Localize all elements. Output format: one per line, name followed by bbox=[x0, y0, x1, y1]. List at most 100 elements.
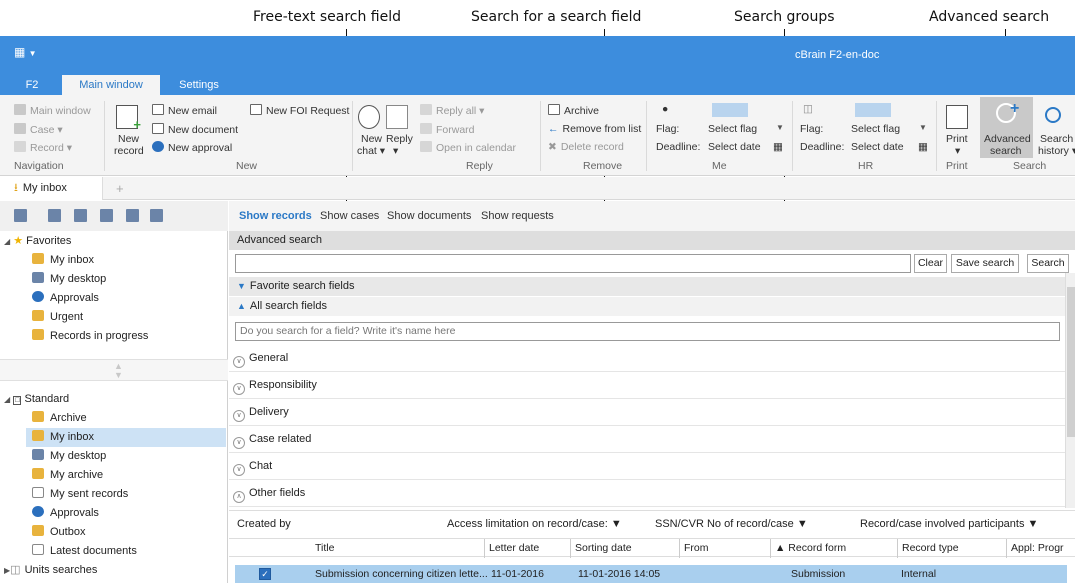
tab-show-requests[interactable]: Show requests bbox=[481, 210, 554, 222]
created-by-filter[interactable]: Created by bbox=[237, 511, 291, 538]
me-deadline-select[interactable]: Select date bbox=[708, 141, 761, 153]
favorite-my-desktop[interactable]: My desktop bbox=[32, 270, 106, 289]
records-icon[interactable] bbox=[14, 209, 27, 222]
new-approval-button[interactable]: New approval bbox=[152, 141, 232, 154]
standard-my-inbox[interactable]: My inbox bbox=[26, 428, 226, 447]
reply-button[interactable]: Reply bbox=[386, 133, 413, 145]
advanced-search-button[interactable]: + Advanced search bbox=[980, 97, 1033, 158]
group-chat[interactable]: ∨ Chat bbox=[229, 453, 1065, 480]
app-title: cBrain F2-en-doc bbox=[795, 49, 880, 61]
panel-splitter[interactable]: ▲ ▼ bbox=[0, 359, 228, 381]
tab-show-cases[interactable]: Show cases bbox=[320, 210, 379, 222]
hr-deadline-select[interactable]: Select date bbox=[851, 141, 904, 153]
hr-flag-select[interactable]: Select flag bbox=[851, 123, 900, 135]
new-record-button[interactable]: New bbox=[118, 133, 139, 145]
group-responsibility[interactable]: ∨ Responsibility bbox=[229, 372, 1065, 399]
search-history-button[interactable]: Search bbox=[1040, 133, 1073, 145]
tree-favorites[interactable]: ◢ ★ Favorites bbox=[4, 232, 71, 251]
search-fields-scrollbar[interactable] bbox=[1065, 273, 1075, 508]
free-text-search-input[interactable] bbox=[235, 254, 911, 273]
favorite-my-inbox[interactable]: My inbox bbox=[32, 251, 94, 270]
main-window-button[interactable]: Main window bbox=[14, 104, 91, 117]
case-button[interactable]: Case ▾ bbox=[14, 123, 63, 136]
tab-main-window[interactable]: Main window bbox=[62, 75, 160, 95]
favorite-approvals[interactable]: Approvals bbox=[32, 289, 99, 308]
table-row[interactable]: ✓ Submission concerning citizen lette...… bbox=[235, 565, 1067, 583]
group-general[interactable]: ∨ General bbox=[229, 345, 1065, 372]
standard-my-archive[interactable]: My archive bbox=[32, 466, 103, 485]
search-button[interactable]: Search bbox=[1027, 254, 1069, 273]
tab-my-inbox[interactable]: ⭳ My inbox bbox=[0, 177, 103, 200]
standard-latest-documents[interactable]: Latest documents bbox=[32, 542, 137, 561]
add-tab-button[interactable]: + bbox=[116, 181, 124, 196]
clear-button[interactable]: Clear bbox=[914, 254, 947, 273]
access-limitation-filter[interactable]: Access limitation on record/case: ▼ bbox=[447, 511, 622, 538]
contacts-icon[interactable] bbox=[126, 209, 139, 222]
column-from[interactable]: From bbox=[679, 539, 784, 558]
field-search-input[interactable]: Do you search for a field? Write it's na… bbox=[235, 322, 1060, 341]
column-letter-date[interactable]: Letter date bbox=[484, 539, 568, 558]
tab-f2[interactable]: F2 bbox=[12, 75, 52, 95]
involved-participants-filter[interactable]: Record/case involved participants ▼ bbox=[860, 511, 1038, 538]
favorite-records-in-progress[interactable]: Records in progress bbox=[32, 327, 148, 346]
group-other-fields[interactable]: ∧ Other fields bbox=[229, 480, 1065, 507]
record-button[interactable]: Record ▾ bbox=[14, 141, 72, 154]
me-deadline-label: Deadline: bbox=[656, 141, 701, 153]
hr-calendar-icon[interactable]: ▦ bbox=[918, 141, 928, 153]
delete-record-button[interactable]: ✖ Delete record bbox=[548, 141, 624, 153]
folder-icon[interactable] bbox=[150, 209, 163, 222]
favorite-search-fields-header[interactable]: ▼ Favorite search fields bbox=[229, 277, 1065, 296]
documents-icon[interactable] bbox=[74, 209, 87, 222]
chevron-down-icon[interactable]: ▼ bbox=[114, 370, 123, 380]
open-calendar-button[interactable]: Open in calendar bbox=[420, 141, 516, 154]
tab-show-documents[interactable]: Show documents bbox=[387, 210, 471, 222]
reply-all-button[interactable]: Reply all ▾ bbox=[420, 104, 484, 117]
favorite-urgent[interactable]: Urgent bbox=[32, 308, 83, 327]
group-case-related[interactable]: ∨ Case related bbox=[229, 426, 1065, 453]
plus-icon: + bbox=[1010, 100, 1020, 117]
tab-settings[interactable]: Settings bbox=[168, 75, 230, 95]
all-search-fields-header[interactable]: ▲ All search fields bbox=[229, 297, 1065, 316]
ribbon-separator bbox=[352, 101, 353, 171]
print-button[interactable]: Print bbox=[946, 133, 968, 145]
standard-outbox[interactable]: Outbox bbox=[32, 523, 85, 542]
archive-button[interactable]: Archive bbox=[548, 104, 599, 117]
standard-my-desktop[interactable]: My desktop bbox=[32, 447, 106, 466]
annotation-callouts: Free-text search field Search for a sear… bbox=[0, 0, 1075, 36]
print-dropdown[interactable]: ▾ bbox=[955, 145, 960, 157]
group-delivery[interactable]: ∨ Delivery bbox=[229, 399, 1065, 426]
reply-dropdown[interactable]: ▾ bbox=[393, 145, 398, 157]
new-foi-request-button[interactable]: New FOI Request bbox=[250, 104, 349, 117]
me-flag-select[interactable]: Select flag bbox=[708, 123, 757, 135]
me-calendar-icon[interactable]: ▦ bbox=[773, 141, 783, 153]
tab-show-records[interactable]: Show records bbox=[239, 210, 312, 222]
column-title[interactable]: Title bbox=[311, 539, 481, 558]
standard-approvals[interactable]: Approvals bbox=[32, 504, 99, 523]
standard-archive[interactable]: Archive bbox=[32, 409, 87, 428]
hr-flag-icons bbox=[855, 103, 891, 117]
row-checkbox[interactable]: ✓ bbox=[259, 568, 271, 580]
scrollbar-thumb[interactable] bbox=[1067, 287, 1075, 437]
me-flag-dropdown-icon[interactable]: ▼ bbox=[776, 123, 784, 132]
remove-from-list-button[interactable]: ← Remove from list bbox=[548, 123, 641, 135]
column-sorting-date[interactable]: Sorting date bbox=[570, 539, 676, 558]
search-history-label: history ▾ bbox=[1038, 145, 1075, 157]
cases-icon[interactable] bbox=[48, 209, 61, 222]
forward-button[interactable]: Forward bbox=[420, 123, 475, 136]
new-record-icon: + bbox=[116, 105, 141, 132]
column-appl-progr[interactable]: Appl: Progr bbox=[1006, 539, 1066, 558]
quick-access-icon[interactable]: ▦ ▼ bbox=[14, 45, 37, 59]
new-chat-button[interactable]: New bbox=[361, 133, 382, 145]
ssn-cvr-filter[interactable]: SSN/CVR No of record/case ▼ bbox=[655, 511, 808, 538]
requests-icon[interactable] bbox=[100, 209, 113, 222]
tree-units-searches[interactable]: ▶◫ Units searches bbox=[4, 561, 97, 580]
column-record-type[interactable]: Record type bbox=[897, 539, 1003, 558]
column-record-form[interactable]: ▲ Record form bbox=[770, 539, 895, 558]
row-letter-date: 11-01-2016 bbox=[491, 568, 544, 580]
new-email-button[interactable]: New email bbox=[152, 104, 217, 117]
save-search-button[interactable]: Save search bbox=[951, 254, 1019, 273]
tree-standard[interactable]: ◢ □ Standard bbox=[4, 390, 69, 409]
hr-flag-dropdown-icon[interactable]: ▼ bbox=[919, 123, 927, 132]
standard-my-sent-records[interactable]: My sent records bbox=[32, 485, 128, 504]
new-document-button[interactable]: New document bbox=[152, 123, 238, 136]
